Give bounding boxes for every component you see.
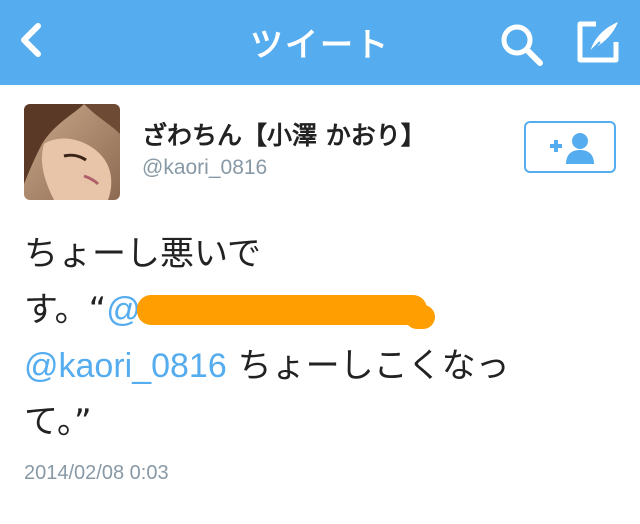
tweet-text-line-2: す。“@ — [24, 282, 584, 338]
compose-button[interactable] — [576, 18, 622, 64]
search-icon — [501, 24, 543, 66]
navigation-bar: ツイート — [0, 0, 640, 85]
tweet-timestamp: 2014/02/08 0:03 — [24, 462, 169, 484]
tweet-text-line-4: て。” — [24, 402, 92, 442]
mention-link[interactable]: @kaori_0816 — [24, 347, 227, 385]
redaction-mark — [136, 294, 435, 329]
user-handle[interactable]: @kaori_0816 — [142, 156, 267, 180]
profile-photo-icon — [24, 104, 120, 200]
compose-icon — [577, 21, 619, 63]
tweet-text-line-1: ちょーし悪いで — [24, 234, 261, 274]
add-user-icon — [550, 133, 594, 164]
avatar[interactable] — [24, 104, 120, 200]
follow-button[interactable] — [524, 121, 616, 173]
display-name[interactable]: ざわちん【小澤 かおり】 — [142, 116, 426, 152]
partial-mention-link[interactable]: @ — [106, 291, 141, 329]
tweet-text-line-3: @kaori_0816 ちょーしこくなっ — [24, 338, 584, 394]
search-button[interactable] — [497, 20, 545, 68]
tweet-text-rest: ちょーしこくなっ — [226, 346, 510, 386]
tweet-text: ちょーし悪いで す。“@ @kaori_0816 ちょーしこくなっ て。” — [24, 226, 584, 450]
tweet-text-prefix: す。“ — [24, 290, 107, 330]
